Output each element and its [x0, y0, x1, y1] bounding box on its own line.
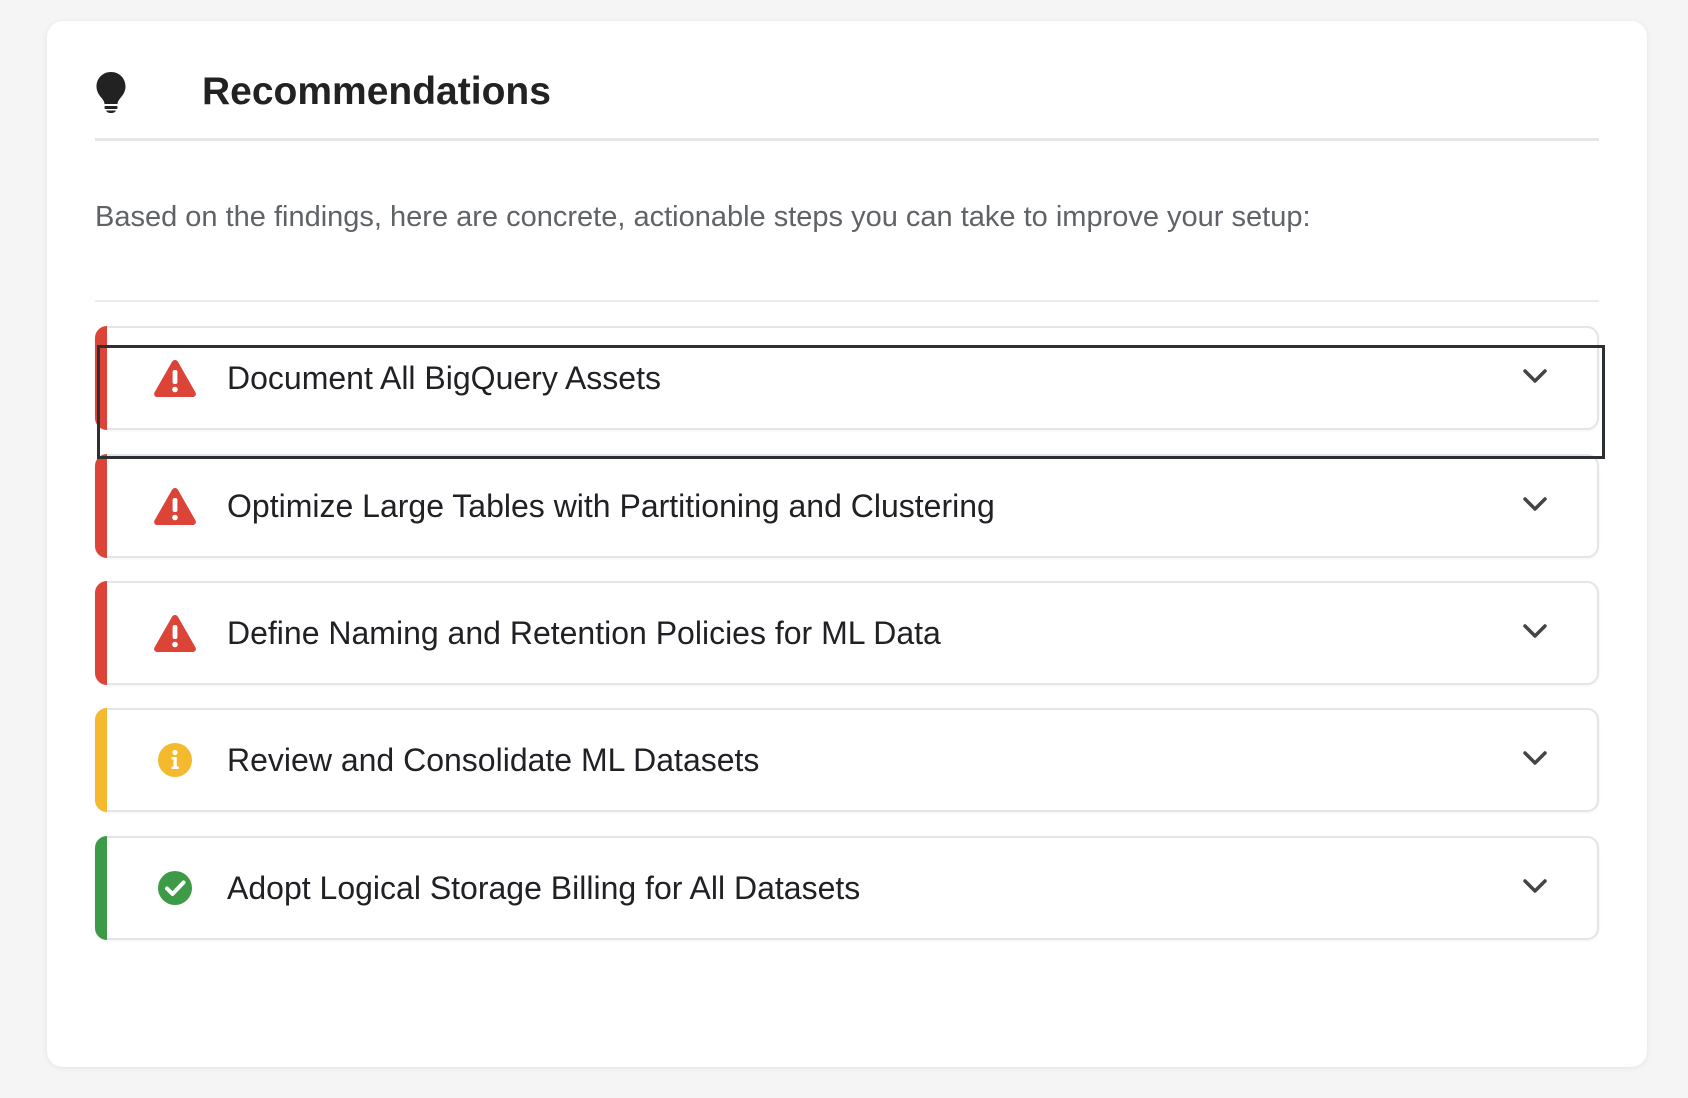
- check-circle-icon: [158, 871, 192, 905]
- severity-bar: [95, 454, 107, 558]
- recommendations-card: Recommendations Based on the findings, h…: [47, 21, 1647, 1067]
- recommendation-item[interactable]: Define Naming and Retention Policies for…: [95, 581, 1599, 685]
- chevron-down-icon[interactable]: [1521, 746, 1549, 770]
- recommendation-item[interactable]: Adopt Logical Storage Billing for All Da…: [95, 836, 1599, 940]
- recommendation-item[interactable]: Review and Consolidate ML Datasets: [95, 708, 1599, 812]
- divider: [95, 300, 1599, 302]
- severity-bar: [95, 581, 107, 685]
- info-icon: [158, 743, 192, 777]
- lightbulb-icon: [96, 72, 126, 113]
- intro-text: Based on the findings, here are concrete…: [95, 201, 1311, 233]
- card-header: Recommendations: [95, 21, 1599, 141]
- recommendation-item[interactable]: Optimize Large Tables with Partitioning …: [95, 454, 1599, 558]
- recommendation-title: Adopt Logical Storage Billing for All Da…: [227, 870, 861, 906]
- warning-icon: [154, 360, 196, 397]
- recommendation-item[interactable]: Document All BigQuery Assets: [95, 326, 1599, 430]
- severity-bar: [95, 326, 107, 430]
- chevron-down-icon[interactable]: [1521, 364, 1549, 388]
- chevron-down-icon[interactable]: [1521, 874, 1549, 898]
- page-title: Recommendations: [202, 70, 551, 113]
- chevron-down-icon[interactable]: [1521, 619, 1549, 643]
- recommendation-title: Optimize Large Tables with Partitioning …: [227, 488, 995, 524]
- recommendation-title: Review and Consolidate ML Datasets: [227, 742, 760, 778]
- severity-bar: [95, 836, 107, 940]
- warning-icon: [154, 615, 196, 652]
- severity-bar: [95, 708, 107, 812]
- recommendation-title: Define Naming and Retention Policies for…: [227, 615, 941, 651]
- recommendation-title: Document All BigQuery Assets: [227, 360, 661, 396]
- warning-icon: [154, 488, 196, 525]
- chevron-down-icon[interactable]: [1521, 492, 1549, 516]
